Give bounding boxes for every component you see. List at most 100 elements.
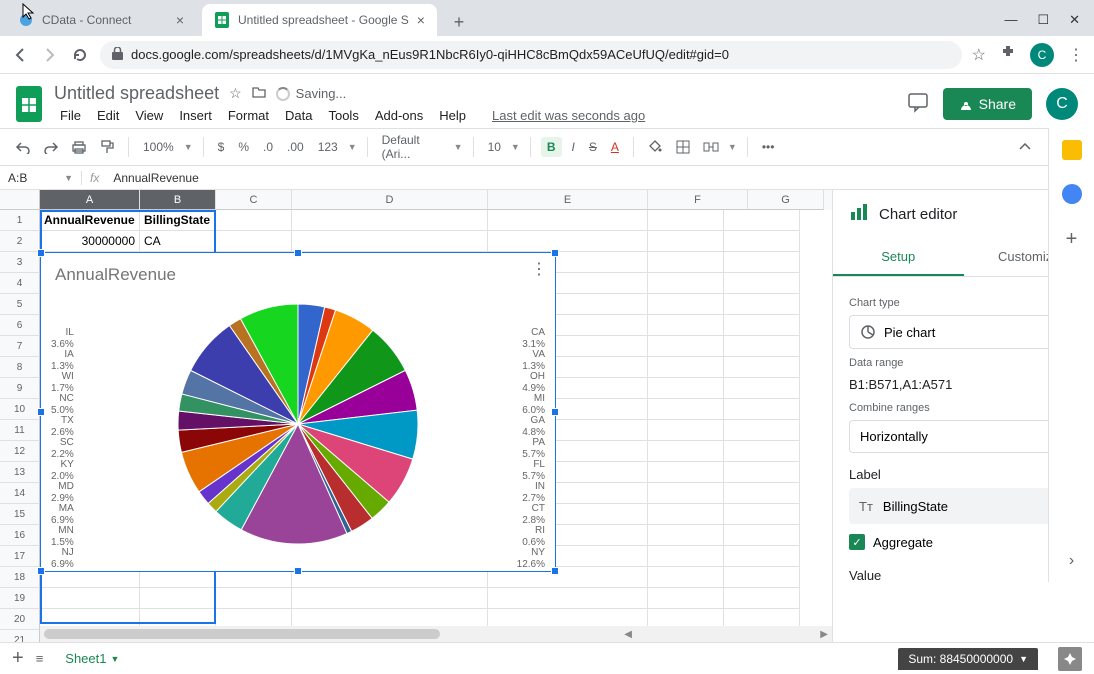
- cell[interactable]: [648, 210, 724, 231]
- cell[interactable]: [216, 210, 292, 231]
- sheet-tab[interactable]: Sheet1 ▼: [55, 647, 129, 670]
- cell[interactable]: [724, 210, 800, 231]
- url-field[interactable]: docs.google.com/spreadsheets/d/1MVgKa_nE…: [100, 41, 962, 69]
- row-header[interactable]: 6: [0, 315, 40, 336]
- cell[interactable]: [724, 462, 800, 483]
- cell[interactable]: [292, 210, 488, 231]
- cell[interactable]: [648, 483, 724, 504]
- cell[interactable]: [724, 588, 800, 609]
- row-header[interactable]: 19: [0, 588, 40, 609]
- cell[interactable]: [292, 588, 488, 609]
- zoom-dropdown[interactable]: 100%: [139, 138, 178, 156]
- cell[interactable]: [648, 546, 724, 567]
- cell[interactable]: [648, 420, 724, 441]
- name-box[interactable]: A:B ▼: [0, 171, 82, 185]
- cell[interactable]: [724, 525, 800, 546]
- star-document-icon[interactable]: ☆: [229, 85, 242, 102]
- cell[interactable]: CA: [140, 231, 216, 252]
- tab-sheets[interactable]: Untitled spreadsheet - Google S ×: [202, 4, 437, 36]
- menu-edit[interactable]: Edit: [91, 106, 125, 125]
- close-icon[interactable]: ×: [417, 12, 425, 28]
- sheets-logo-icon[interactable]: [16, 86, 42, 122]
- add-sheet-button[interactable]: +: [12, 647, 24, 670]
- bold-button[interactable]: B: [541, 137, 562, 157]
- label-field-chip[interactable]: Tᴛ BillingState ⋮: [849, 488, 1078, 524]
- select-all-corner[interactable]: [0, 190, 40, 210]
- cell[interactable]: [488, 588, 648, 609]
- cell[interactable]: [648, 231, 724, 252]
- row-header[interactable]: 20: [0, 609, 40, 630]
- menu-data[interactable]: Data: [279, 106, 318, 125]
- cell[interactable]: [488, 210, 648, 231]
- minimize-icon[interactable]: —: [1004, 12, 1017, 28]
- row-header[interactable]: 3: [0, 252, 40, 273]
- undo-button[interactable]: [12, 136, 34, 158]
- cell[interactable]: [724, 567, 800, 588]
- cell[interactable]: [724, 231, 800, 252]
- cell[interactable]: [648, 588, 724, 609]
- hide-rail-icon[interactable]: ›: [1069, 552, 1074, 570]
- menu-format[interactable]: Format: [222, 106, 275, 125]
- cell[interactable]: [648, 462, 724, 483]
- cell[interactable]: [648, 336, 724, 357]
- data-range-value[interactable]: B1:B571,A1:A571: [849, 377, 952, 392]
- cell[interactable]: [724, 504, 800, 525]
- cell[interactable]: [724, 294, 800, 315]
- menu-file[interactable]: File: [54, 106, 87, 125]
- text-color-button[interactable]: A: [607, 138, 623, 156]
- col-header-c[interactable]: C: [216, 190, 292, 210]
- cell[interactable]: [724, 273, 800, 294]
- font-size[interactable]: 10: [484, 138, 505, 156]
- add-addon-icon[interactable]: +: [1066, 228, 1078, 251]
- extensions-icon[interactable]: [1000, 44, 1016, 65]
- forward-button[interactable]: [40, 45, 60, 65]
- font-dropdown[interactable]: Default (Ari...: [378, 131, 448, 163]
- row-header[interactable]: 13: [0, 462, 40, 483]
- all-sheets-button[interactable]: ≡: [36, 651, 44, 666]
- star-icon[interactable]: ☆: [972, 45, 986, 65]
- cell[interactable]: [648, 525, 724, 546]
- cell[interactable]: [648, 399, 724, 420]
- cell[interactable]: [648, 567, 724, 588]
- paint-format-button[interactable]: [96, 136, 118, 158]
- cell[interactable]: 30000000: [40, 231, 140, 252]
- move-icon[interactable]: [252, 85, 266, 102]
- row-header[interactable]: 2: [0, 231, 40, 252]
- cell[interactable]: [724, 483, 800, 504]
- row-header[interactable]: 18: [0, 567, 40, 588]
- maximize-icon[interactable]: ☐: [1037, 12, 1049, 28]
- close-icon[interactable]: ×: [176, 12, 184, 28]
- col-header-e[interactable]: E: [488, 190, 648, 210]
- italic-button[interactable]: I: [568, 138, 579, 156]
- cell[interactable]: [724, 399, 800, 420]
- cell[interactable]: [724, 252, 800, 273]
- cell[interactable]: [648, 252, 724, 273]
- more-toolbar-button[interactable]: •••: [758, 138, 779, 156]
- share-button[interactable]: Share: [943, 88, 1032, 120]
- profile-avatar[interactable]: C: [1030, 43, 1054, 67]
- cell[interactable]: [292, 231, 488, 252]
- col-header-f[interactable]: F: [648, 190, 748, 210]
- row-header[interactable]: 11: [0, 420, 40, 441]
- cell[interactable]: [724, 441, 800, 462]
- cell[interactable]: [40, 588, 140, 609]
- combine-ranges-dropdown[interactable]: Horizontally ▼: [849, 420, 1078, 453]
- fill-color-button[interactable]: [644, 136, 666, 158]
- increase-decimal-button[interactable]: .00: [283, 138, 308, 156]
- tab-setup[interactable]: Setup: [833, 239, 964, 276]
- cell[interactable]: [648, 315, 724, 336]
- number-format-dropdown[interactable]: 123: [314, 138, 342, 156]
- comments-icon[interactable]: [907, 91, 929, 118]
- print-button[interactable]: [68, 136, 90, 158]
- merge-button[interactable]: [700, 136, 722, 158]
- formula-input[interactable]: AnnualRevenue: [107, 171, 1048, 185]
- account-avatar[interactable]: C: [1046, 88, 1078, 120]
- chart-type-dropdown[interactable]: Pie chart ▼: [849, 315, 1078, 349]
- row-header[interactable]: 5: [0, 294, 40, 315]
- spreadsheet-grid[interactable]: A B C D E F G 1AnnualRevenueBillingState…: [0, 190, 832, 642]
- cell[interactable]: [724, 336, 800, 357]
- row-header[interactable]: 9: [0, 378, 40, 399]
- chart-menu-icon[interactable]: ⋮: [531, 259, 547, 279]
- menu-view[interactable]: View: [129, 106, 169, 125]
- cell[interactable]: [724, 378, 800, 399]
